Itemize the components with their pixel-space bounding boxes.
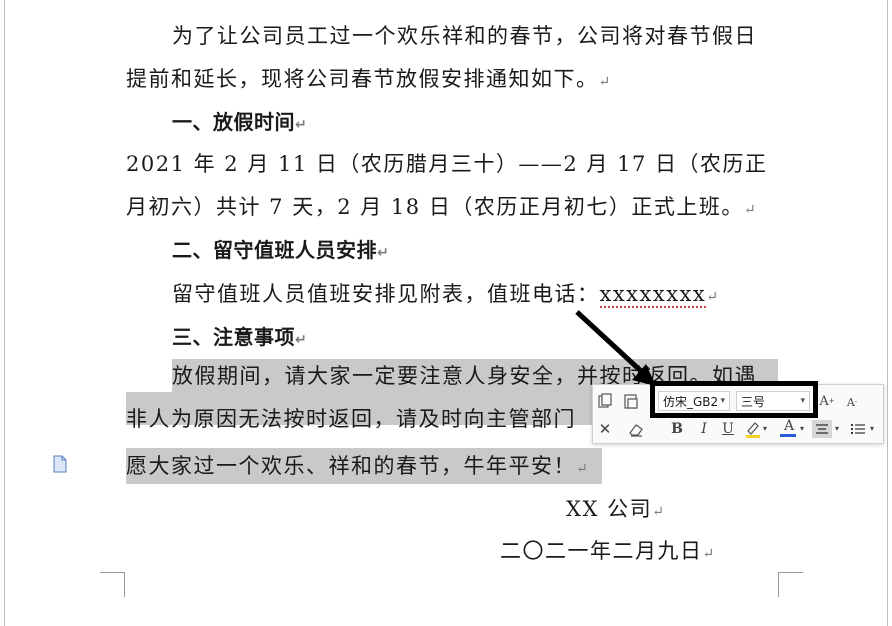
heading-notes[interactable]: 三、注意事项↵ bbox=[172, 321, 307, 356]
paragraph-format-icon[interactable] bbox=[52, 455, 68, 473]
shrink-font-button[interactable]: A- bbox=[846, 394, 858, 410]
font-color-dropdown-icon[interactable]: ▾ bbox=[800, 424, 804, 433]
eraser-icon[interactable] bbox=[628, 421, 644, 437]
page-right-edge bbox=[887, 0, 888, 626]
font-color-bar bbox=[780, 434, 796, 437]
list-dropdown-icon[interactable]: ▾ bbox=[870, 424, 874, 433]
underline-button[interactable]: U bbox=[721, 420, 735, 438]
page-left-edge bbox=[4, 0, 5, 626]
align-center-icon[interactable] bbox=[812, 420, 832, 438]
paragraph-mark: ↵ bbox=[652, 504, 666, 520]
paragraph-intro-line2[interactable]: 提前和延长，现将公司春节放假安排通知如下。↵ bbox=[126, 63, 612, 98]
paragraph-mark: ↵ bbox=[706, 289, 720, 305]
paragraph-mark: ↵ bbox=[598, 74, 612, 90]
annotation-arrow bbox=[575, 310, 656, 386]
paragraph-mark: ↵ bbox=[295, 332, 308, 348]
list-format-icon[interactable] bbox=[850, 421, 866, 437]
paragraph-dates-line2[interactable]: 月初六）共计 7 天，2 月 18 日（农历正月初七）正式上班。↵ bbox=[126, 191, 757, 226]
clear-format-icon[interactable]: ✕ bbox=[598, 420, 612, 438]
bold-button[interactable]: B bbox=[670, 420, 684, 438]
highlight-dropdown-icon[interactable]: ▾ bbox=[763, 424, 767, 433]
paragraph-dates-line1[interactable]: 2021 年 2 月 11 日（农历腊月三十）——2 月 17 日（农历正 bbox=[126, 148, 768, 180]
signature-date[interactable]: 二〇二一年二月九日↵ bbox=[500, 535, 716, 570]
paragraph-mark: ↵ bbox=[743, 202, 758, 218]
paragraph-intro-line1[interactable]: 为了让公司员工过一个欢乐祥和的春节，公司将对春节假日 bbox=[172, 20, 757, 52]
page-corner-mark-right bbox=[778, 572, 803, 597]
paragraph-notes-line3[interactable]: 愿大家过一个欢乐、祥和的春节，牛年平安！↵ bbox=[126, 450, 589, 485]
grow-font-button[interactable]: A + bbox=[819, 392, 834, 410]
page-corner-mark-left bbox=[100, 572, 125, 597]
italic-button[interactable]: I bbox=[697, 420, 711, 438]
heading-duty-staff[interactable]: 二、留守值班人员安排↵ bbox=[172, 234, 389, 269]
font-color-button[interactable]: A bbox=[782, 418, 796, 434]
signature-company[interactable]: XX 公司↵ bbox=[566, 493, 665, 528]
paragraph-mark: ↵ bbox=[295, 117, 308, 133]
paragraph-mark: ↵ bbox=[576, 461, 590, 477]
paragraph-notes-line2[interactable]: 非人为原因无法按时返回，请及时向主管部门 bbox=[126, 403, 576, 435]
highlight-pen-icon[interactable] bbox=[745, 420, 761, 438]
heading-holiday-time[interactable]: 一、放假时间↵ bbox=[172, 106, 307, 141]
paragraph-mark: ↵ bbox=[377, 245, 390, 261]
paragraph-mark: ↵ bbox=[702, 546, 716, 562]
align-dropdown-icon[interactable]: ▾ bbox=[835, 424, 839, 433]
